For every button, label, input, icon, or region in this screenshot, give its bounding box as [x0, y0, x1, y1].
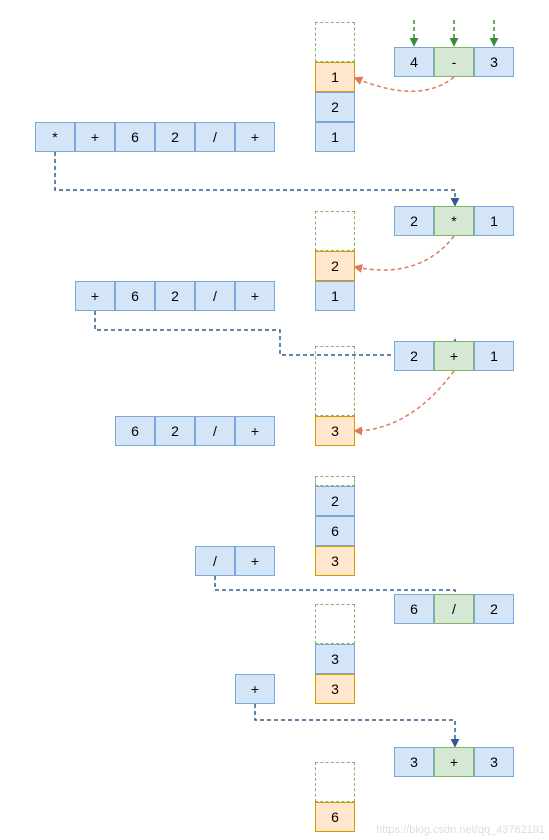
queue-row: + 6 2 / +: [75, 281, 275, 311]
queue-cell: /: [195, 122, 235, 152]
watermark: https://blog.csdn.net/qq_43762191: [376, 824, 545, 836]
stack-cell: 2: [315, 92, 355, 122]
pop-row: 2 * 1: [394, 206, 514, 236]
stack-cell: 2: [315, 486, 355, 516]
stack-top-dash: [315, 211, 355, 251]
queue-cell: +: [75, 122, 115, 152]
stack-cell: 6: [315, 516, 355, 546]
queue-cell: 2: [155, 416, 195, 446]
pop-row: 6 / 2: [394, 594, 514, 624]
stack-top-dash: [315, 762, 355, 802]
stack-top-dash: [315, 604, 355, 644]
pop-cell: 2: [394, 341, 434, 371]
queue-cell: +: [235, 281, 275, 311]
stack-top-dash: [315, 346, 355, 416]
queue-cell: /: [195, 281, 235, 311]
queue-cell: /: [195, 416, 235, 446]
queue-cell: 6: [115, 416, 155, 446]
queue-cell: +: [75, 281, 115, 311]
pop-op: +: [434, 341, 474, 371]
pop-cell: 3: [474, 747, 514, 777]
pop-cell: 2: [474, 594, 514, 624]
pop-cell: 3: [394, 747, 434, 777]
stack-cell: 3: [315, 644, 355, 674]
stack-top-dash: [315, 22, 355, 62]
queue-cell: 6: [115, 281, 155, 311]
queue-row: 6 2 / +: [115, 416, 275, 446]
queue-row: * + 6 2 / +: [35, 122, 275, 152]
stack-cell: 3: [315, 546, 355, 576]
pop-op: /: [434, 594, 474, 624]
pop-row: 4 - 3: [394, 47, 514, 77]
pop-op: *: [434, 206, 474, 236]
pop-cell: 2: [394, 206, 434, 236]
pop-cell: 1: [474, 341, 514, 371]
queue-row: +: [235, 674, 275, 704]
stack-cell: 1: [315, 281, 355, 311]
queue-cell: +: [235, 674, 275, 704]
queue-cell: 6: [115, 122, 155, 152]
queue-cell: /: [195, 546, 235, 576]
pop-cell: 6: [394, 594, 434, 624]
stack-cell: 1: [315, 62, 355, 92]
queue-cell: *: [35, 122, 75, 152]
stack-cell: 3: [315, 674, 355, 704]
queue-row: / +: [195, 546, 275, 576]
pop-cell: 4: [394, 47, 434, 77]
queue-cell: +: [235, 416, 275, 446]
pop-cell: 1: [474, 206, 514, 236]
pop-op: +: [434, 747, 474, 777]
pop-op: -: [434, 47, 474, 77]
pop-cell: 3: [474, 47, 514, 77]
stack-top-dash: [315, 476, 355, 486]
pop-row: 3 + 3: [394, 747, 514, 777]
queue-cell: +: [235, 546, 275, 576]
stack-cell: 3: [315, 416, 355, 446]
queue-cell: 2: [155, 122, 195, 152]
queue-cell: +: [235, 122, 275, 152]
queue-cell: 2: [155, 281, 195, 311]
stack-cell: 1: [315, 122, 355, 152]
pop-row: 2 + 1: [394, 341, 514, 371]
stack-cell: 6: [315, 802, 355, 832]
stack-cell: 2: [315, 251, 355, 281]
